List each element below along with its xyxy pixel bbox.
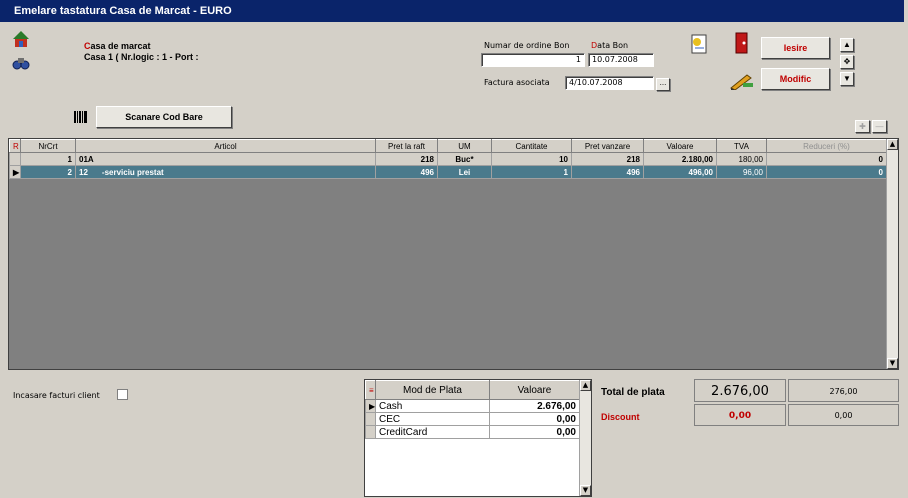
scroll-up-arrow[interactable]: ▲ — [887, 139, 898, 150]
house-icon[interactable] — [12, 30, 30, 48]
numar-ordine-label: Numar de ordine Bon — [484, 41, 570, 50]
discount-tva: 0,00 — [788, 404, 899, 426]
col-header-tva[interactable]: TVA — [716, 139, 767, 153]
payment-row-marker — [365, 412, 376, 426]
discount-label: Discount — [601, 412, 640, 422]
payment-mod: CEC — [375, 412, 490, 426]
factura-field[interactable]: 4/10.07.2008 — [565, 76, 654, 90]
col-header-pret-vanzare[interactable]: Pret vanzare — [571, 139, 644, 153]
minus-icon: — — [875, 122, 884, 131]
col-header-r[interactable]: R — [9, 139, 21, 153]
grid-header-row: R NrCrt Articol Pret la raft UM Cantitat… — [9, 139, 887, 153]
exit-door-icon — [734, 32, 750, 54]
col-header-valoare[interactable]: Valoare — [643, 139, 717, 153]
cell-articol: 01A — [75, 152, 376, 166]
payment-row[interactable]: CreditCard 0,00 — [365, 425, 580, 439]
remove-row-button[interactable]: — — [872, 120, 887, 133]
payment-row[interactable]: ▶ Cash 2.676,00 — [365, 399, 580, 413]
scroll-down-arrow[interactable]: ▼ — [887, 358, 898, 369]
discount-value[interactable]: 0,00 — [694, 404, 786, 426]
table-row[interactable]: 1 01A 218 Buc* 10 218 2.180,00 180,00 0 — [9, 152, 887, 166]
data-bon-label: Data Bon — [591, 41, 629, 50]
payment-row[interactable]: CEC 0,00 — [365, 412, 580, 426]
total-value: 2.676,00 — [694, 379, 786, 402]
payment-grid[interactable]: ≡ Mod de Plata Valoare ▶ Cash 2.676,00 C… — [364, 379, 592, 497]
payment-scroll-up[interactable]: ▲ — [580, 380, 591, 391]
articles-table: R NrCrt Articol Pret la raft UM Cantitat… — [9, 139, 887, 179]
cell-tva: 96,00 — [716, 165, 767, 179]
cell-cantitate: 1 — [491, 165, 572, 179]
bottom-panel: Incasare facturi client ≡ Mod de Plata V… — [0, 375, 908, 498]
payment-table: ≡ Mod de Plata Valoare ▶ Cash 2.676,00 C… — [365, 380, 580, 439]
data-bon-field[interactable]: 10.07.2008 — [588, 53, 654, 67]
payment-scroll-down[interactable]: ▼ — [580, 485, 591, 496]
row-marker — [9, 152, 21, 166]
move-arrows-icon: ✥ — [843, 57, 851, 66]
cell-pret-vanzare: 496 — [571, 165, 644, 179]
col-header-pret-raft[interactable]: Pret la raft — [375, 139, 438, 153]
pencil-icon — [729, 72, 755, 91]
modific-button[interactable]: Modific — [761, 68, 830, 90]
binoculars-icon[interactable] — [12, 54, 30, 72]
cell-reduceri: 0 — [766, 152, 887, 166]
col-header-reduceri[interactable]: Reduceri (%) — [766, 139, 887, 153]
header-panel: Casa de marcat Casa 1 ( Nr.logic : 1 - P… — [4, 24, 904, 108]
cell-reduceri: 0 — [766, 165, 887, 179]
cell-um: Lei — [437, 165, 492, 179]
window-title: Emelare tastatura Casa de Marcat - EURO — [0, 0, 904, 22]
payment-valoare: 0,00 — [489, 412, 580, 426]
table-row[interactable]: ▶ 2 12 -serviciu prestat 496 Lei 1 496 49… — [9, 165, 887, 179]
plus-icon: ✚ — [859, 122, 866, 131]
cell-articol: 12 -serviciu prestat — [75, 165, 376, 179]
arrow-down-button[interactable]: ▼ — [840, 72, 854, 86]
factura-label: Factura asociata — [484, 78, 550, 87]
cell-valoare: 2.180,00 — [643, 152, 717, 166]
factura-browse-button[interactable]: ... — [656, 78, 670, 91]
grid-scrollbar[interactable]: ▲ ▼ — [886, 139, 898, 369]
document-icon[interactable] — [690, 34, 708, 54]
casa-detail: Casa 1 ( Nr.logic : 1 - Port : — [84, 52, 199, 62]
cell-pret-vanzare: 218 — [571, 152, 644, 166]
cell-nr: 2 — [20, 165, 76, 179]
payment-scrollbar[interactable]: ▲ ▼ — [579, 380, 591, 496]
arrow-up-button[interactable]: ▲ — [840, 38, 854, 52]
cell-tva: 180,00 — [716, 152, 767, 166]
payment-row-marker: ▶ — [365, 399, 376, 413]
cell-nr: 1 — [20, 152, 76, 166]
barcode-icon — [73, 110, 89, 124]
cell-valoare: 496,00 — [643, 165, 717, 179]
col-header-nrcrt[interactable]: NrCrt — [20, 139, 76, 153]
payment-valoare: 0,00 — [489, 425, 580, 439]
col-header-um[interactable]: UM — [437, 139, 492, 153]
payment-mod: CreditCard — [375, 425, 490, 439]
payment-valoare: 2.676,00 — [489, 399, 580, 413]
cell-pret-raft: 218 — [375, 152, 438, 166]
cross-arrows-button[interactable]: ✥ — [840, 55, 854, 69]
arrow-down-icon: ▼ — [843, 74, 851, 83]
payment-row-marker — [365, 425, 376, 439]
payment-col-mod[interactable]: Mod de Plata — [375, 380, 490, 400]
numar-ordine-field[interactable]: 1 — [481, 53, 585, 67]
col-header-cantitate[interactable]: Cantitate — [491, 139, 572, 153]
incasare-checkbox[interactable] — [117, 389, 128, 400]
scan-barcode-button[interactable]: Scanare Cod Bare — [96, 106, 232, 128]
incasare-label: Incasare facturi client — [13, 391, 100, 400]
payment-mod: Cash — [375, 399, 490, 413]
total-tva: 276,00 — [788, 379, 899, 402]
cell-um: Buc* — [437, 152, 492, 166]
casa-label: Casa de marcat — [84, 41, 151, 51]
add-row-button[interactable]: ✚ — [855, 120, 870, 133]
articles-grid[interactable]: R NrCrt Articol Pret la raft UM Cantitat… — [8, 138, 899, 370]
payment-col-valoare[interactable]: Valoare — [489, 380, 580, 400]
total-label: Total de plata — [601, 387, 665, 398]
main-window: Emelare tastatura Casa de Marcat - EURO … — [0, 0, 908, 498]
cell-pret-raft: 496 — [375, 165, 438, 179]
row-selected-marker: ▶ — [9, 165, 21, 179]
cell-cantitate: 10 — [491, 152, 572, 166]
payment-col-marker: ≡ — [365, 380, 376, 400]
col-header-articol[interactable]: Articol — [75, 139, 376, 153]
arrow-up-icon: ▲ — [843, 40, 851, 49]
iesire-button[interactable]: Iesire — [761, 37, 830, 59]
